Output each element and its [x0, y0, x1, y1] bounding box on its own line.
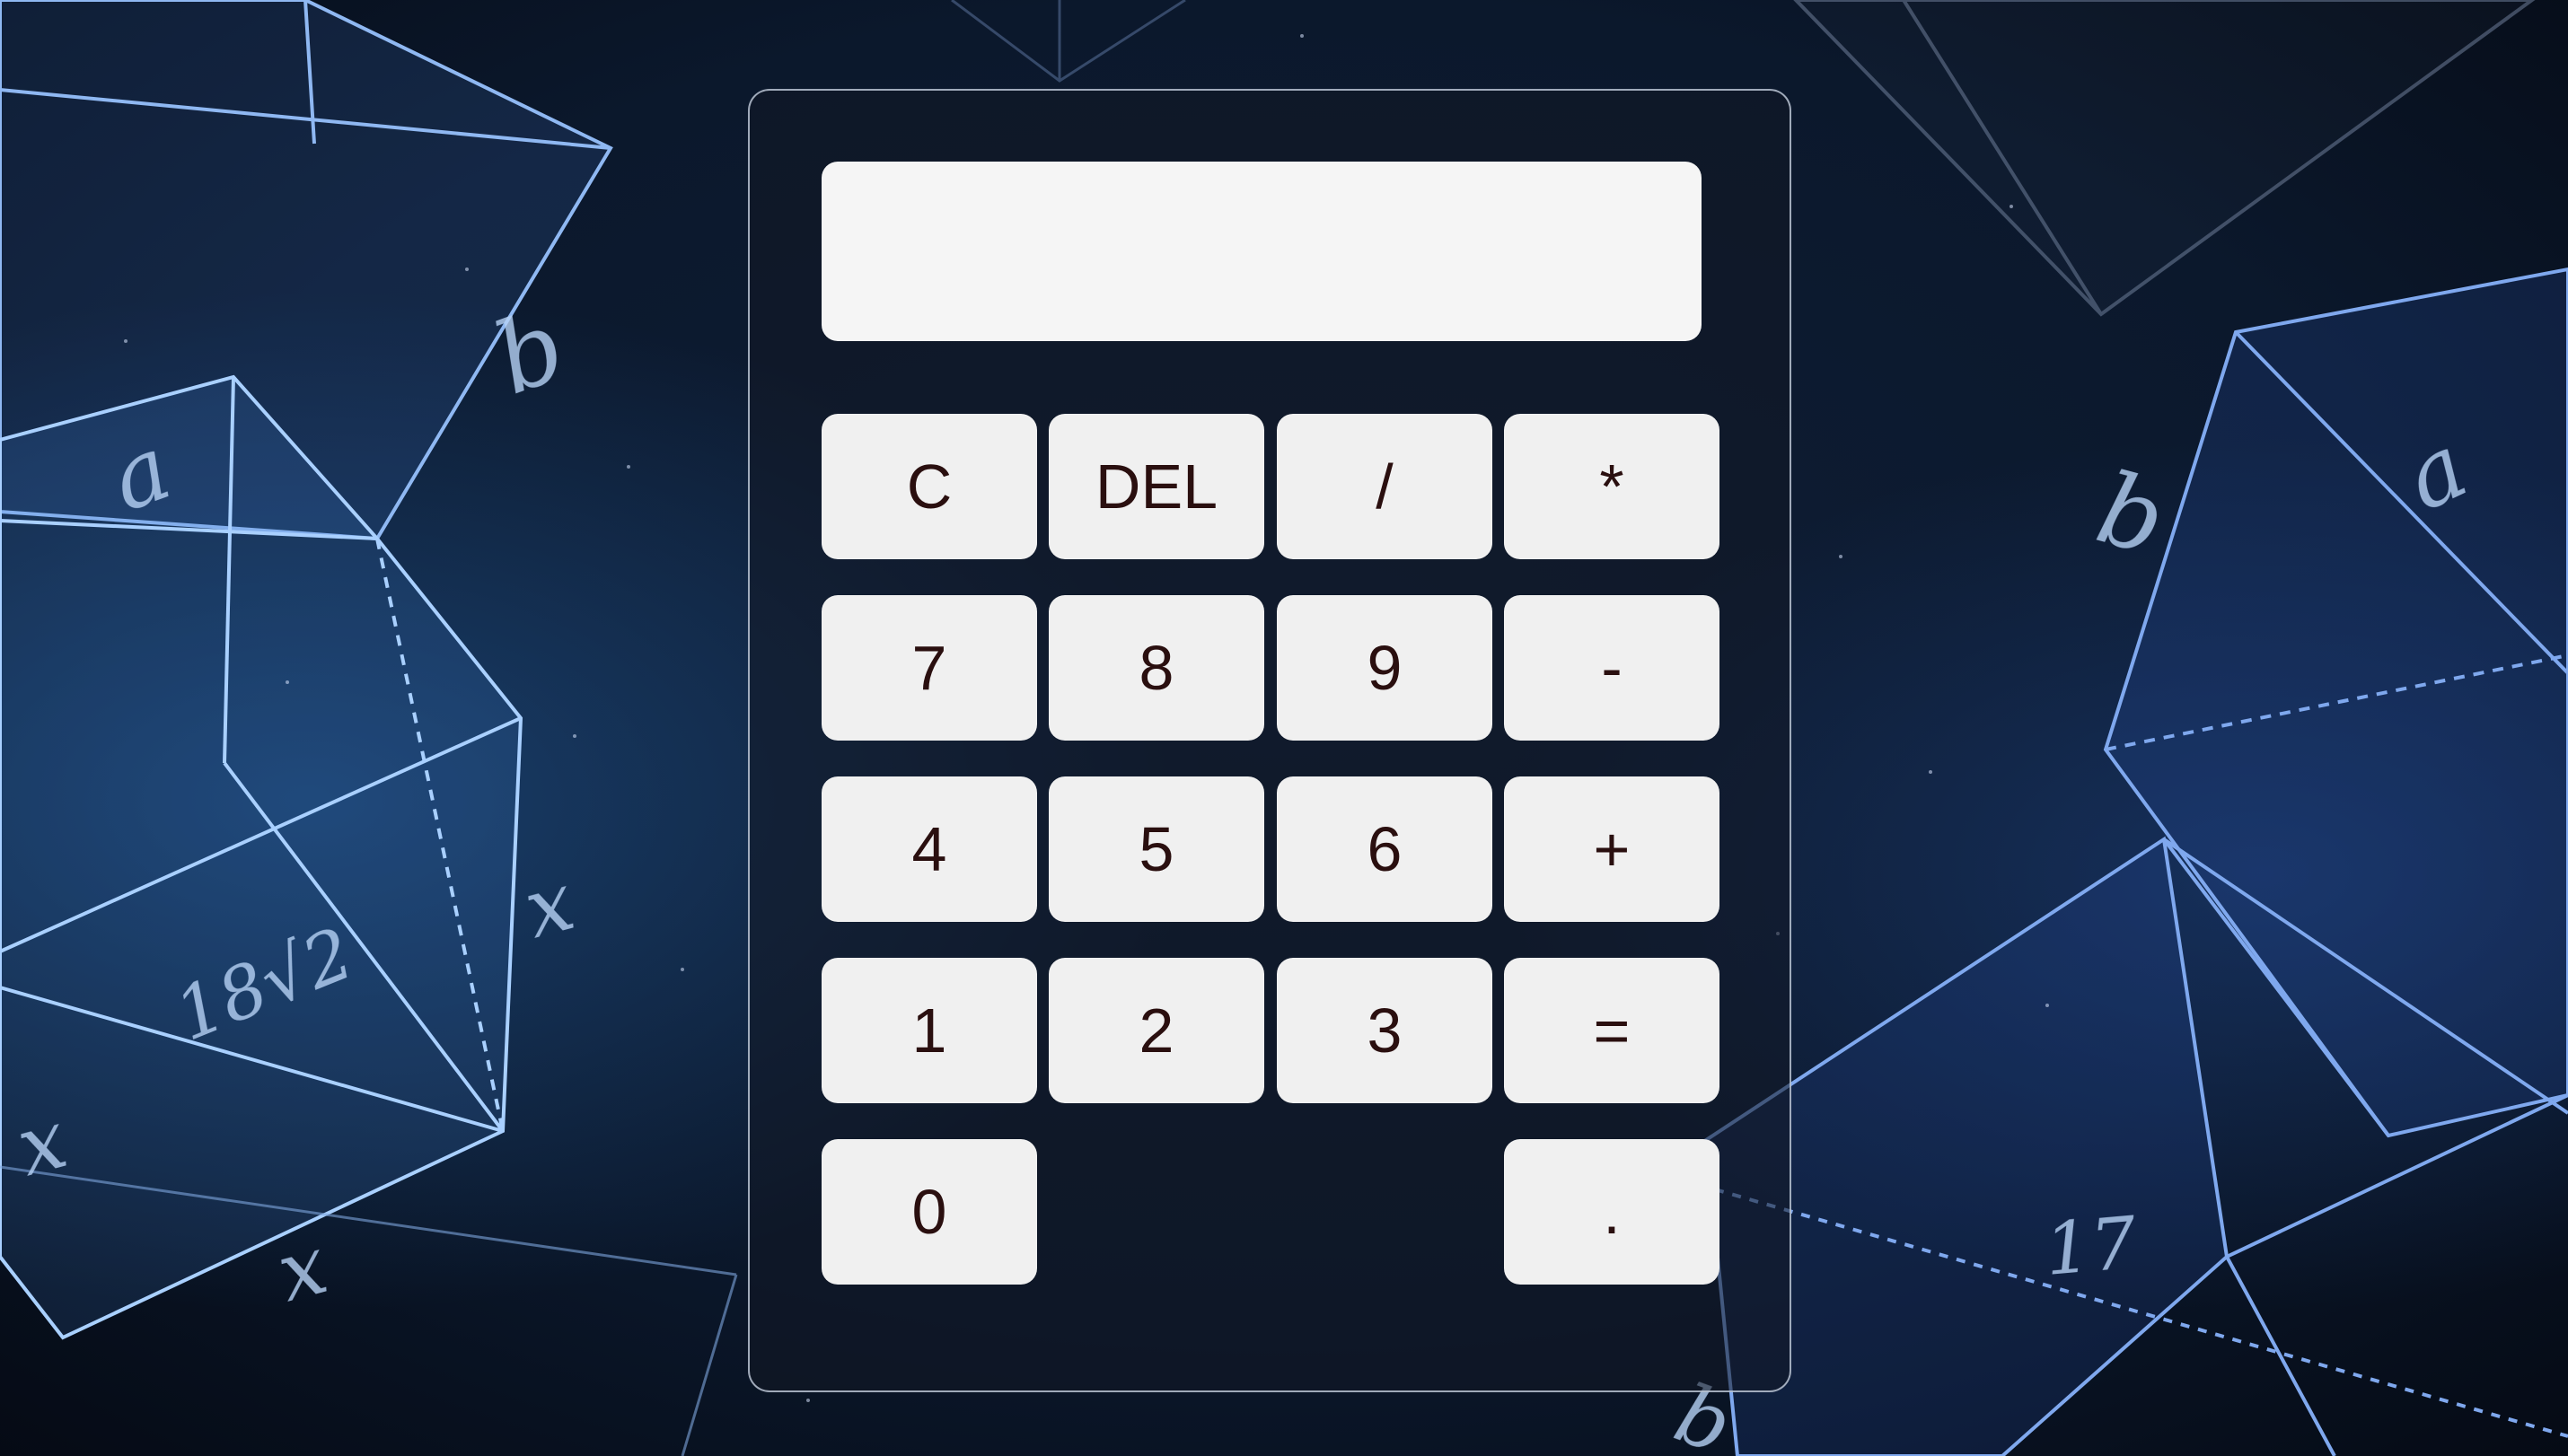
digit-7-button[interactable]: 7 [822, 595, 1037, 741]
digit-6-button[interactable]: 6 [1277, 776, 1492, 922]
digit-0-button[interactable]: 0 [822, 1139, 1037, 1285]
equals-button[interactable]: = [1504, 958, 1719, 1103]
subtract-button[interactable]: - [1504, 595, 1719, 741]
calculator-display[interactable] [822, 162, 1702, 341]
digit-2-button[interactable]: 2 [1049, 958, 1264, 1103]
multiply-button[interactable]: * [1504, 414, 1719, 559]
decimal-button[interactable]: . [1504, 1139, 1719, 1285]
delete-button[interactable]: DEL [1049, 414, 1264, 559]
calculator-panel: C DEL / * 7 8 9 - 4 5 6 + 1 2 3 = 0 . [748, 89, 1791, 1392]
divide-button[interactable]: / [1277, 414, 1492, 559]
digit-5-button[interactable]: 5 [1049, 776, 1264, 922]
digit-4-button[interactable]: 4 [822, 776, 1037, 922]
clear-button[interactable]: C [822, 414, 1037, 559]
digit-3-button[interactable]: 3 [1277, 958, 1492, 1103]
add-button[interactable]: + [1504, 776, 1719, 922]
digit-8-button[interactable]: 8 [1049, 595, 1264, 741]
digit-1-button[interactable]: 1 [822, 958, 1037, 1103]
annotation-right-17: 17 [2042, 1200, 2141, 1292]
app-window: b a 18√2 x x x b a 17 b C DEL / * 7 8 9 … [0, 0, 2568, 1456]
digit-9-button[interactable]: 9 [1277, 595, 1492, 741]
